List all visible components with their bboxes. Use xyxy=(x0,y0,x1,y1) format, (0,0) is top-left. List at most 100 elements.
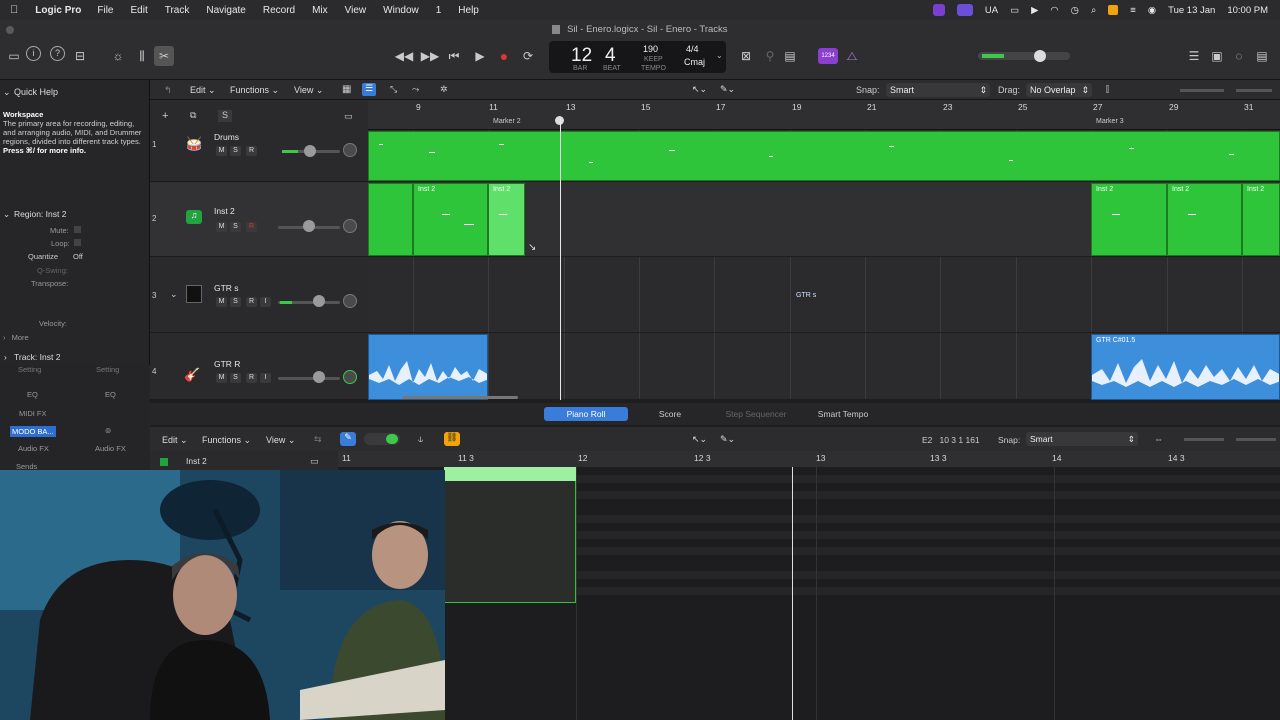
volume-fader[interactable] xyxy=(278,377,340,380)
list-editors-icon[interactable]: ☰ xyxy=(1184,46,1204,66)
instrument-plugin-button[interactable]: MODO BA... xyxy=(10,426,56,437)
track-lane-gtr-s[interactable] xyxy=(368,257,1280,333)
tab-piano-roll[interactable]: Piano Roll xyxy=(544,407,628,421)
metronome-icon[interactable]: ⧍ xyxy=(842,46,862,66)
smart-controls-icon[interactable]: ☼ xyxy=(108,46,128,66)
editor-view-menu[interactable]: View ⌄ xyxy=(266,435,295,446)
tab-step-sequencer[interactable]: Step Sequencer xyxy=(718,407,794,421)
eq-button-2[interactable]: EQ xyxy=(105,390,116,399)
lcd-dropdown-icon[interactable]: ⌄ xyxy=(716,51,723,60)
midi-region[interactable] xyxy=(368,183,413,256)
track-header-gtr-s[interactable]: 3 ⌄ GTR s M S R I xyxy=(150,257,368,333)
count-in-button[interactable]: 1234 xyxy=(818,48,838,64)
go-to-start-button[interactable]: ⏮ xyxy=(444,46,464,66)
pan-knob[interactable] xyxy=(343,370,357,384)
midi-region[interactable]: Inst 2 xyxy=(413,183,488,256)
input-monitor-button[interactable]: I xyxy=(260,373,271,383)
record-enable-button[interactable]: R xyxy=(246,222,257,232)
volume-knob[interactable] xyxy=(1034,50,1046,62)
track-name[interactable]: Drums xyxy=(214,132,239,142)
cycle-button[interactable]: ⟳ xyxy=(518,46,538,66)
editor-zoom-icon[interactable]: ⇔ xyxy=(1154,434,1163,444)
link-editor-icon[interactable]: ⛓ xyxy=(444,432,460,446)
mixer-icon[interactable]: ⫼ xyxy=(132,46,152,66)
solo-button[interactable]: S xyxy=(230,146,241,156)
marker-3[interactable]: Marker 3 xyxy=(1096,118,1124,125)
horizontal-zoom-slider[interactable] xyxy=(1236,89,1272,92)
setting-button-1[interactable]: Setting xyxy=(18,365,41,374)
track-name[interactable]: GTR R xyxy=(214,359,240,369)
setting-button-2[interactable]: Setting xyxy=(96,365,119,374)
editor-functions-menu[interactable]: Functions ⌄ xyxy=(202,435,251,446)
lcd-display[interactable]: 12 4 BAR BEAT 190 KEEP TEMPO 4/4 Cmaj ⌄ xyxy=(549,41,726,73)
app-menu[interactable]: Logic Pro xyxy=(35,5,81,16)
input-monitor-button[interactable]: I xyxy=(260,297,271,307)
chevron-down-icon[interactable]: ⌄ xyxy=(170,289,178,300)
menu-file[interactable]: File xyxy=(97,5,113,16)
catch-icon[interactable]: ⤳ xyxy=(412,84,419,95)
solo-button[interactable]: S xyxy=(230,373,241,383)
pan-knob[interactable] xyxy=(343,294,357,308)
audio-fx-button-1[interactable]: Audio FX xyxy=(18,444,49,453)
duplicate-track-icon[interactable]: ⧉ xyxy=(190,110,196,121)
midi-region-selected[interactable]: Inst 2 xyxy=(488,183,525,256)
control-center-icon[interactable]: ≡ xyxy=(1130,5,1136,16)
loop-browser-icon[interactable]: ◌ xyxy=(1229,46,1249,66)
eq-button-1[interactable]: EQ xyxy=(27,390,38,399)
editor-horizontal-zoom-slider[interactable] xyxy=(1236,438,1276,441)
add-track-button[interactable]: + xyxy=(162,110,168,122)
snap-dropdown[interactable]: Smart ⇕ xyxy=(886,83,990,97)
track-header-inst2[interactable]: 2 ♫ Inst 2 M S R xyxy=(150,182,368,257)
track-name[interactable]: Inst 2 xyxy=(214,206,235,216)
automation-icon[interactable]: ✲ xyxy=(440,84,448,95)
disclosure-icon[interactable]: ⌄ xyxy=(3,206,10,222)
record-enable-button[interactable]: R xyxy=(246,297,257,307)
wifi-icon[interactable]: ◠ xyxy=(1050,5,1058,16)
bar-ruler[interactable]: 9 11 13 15 17 19 21 23 25 27 29 31 Marke… xyxy=(368,100,1280,130)
region-header[interactable] xyxy=(444,467,576,481)
list-view-icon[interactable]: ☰ xyxy=(362,83,376,96)
pan-knob[interactable] xyxy=(343,143,357,157)
toolbar-icon[interactable]: ⊟ xyxy=(70,46,90,66)
collapse-icon[interactable]: ⇆ xyxy=(314,434,322,445)
midi-region[interactable]: Inst 2 xyxy=(1167,183,1242,256)
midi-draw-toggle[interactable] xyxy=(364,433,400,445)
view-menu[interactable]: View ⌄ xyxy=(294,85,323,96)
tab-smart-tempo[interactable]: Smart Tempo xyxy=(810,407,876,421)
menu-edit[interactable]: Edit xyxy=(131,5,148,16)
drummer-region[interactable] xyxy=(368,131,1280,181)
back-icon[interactable]: ↰ xyxy=(164,85,172,96)
editor-edit-menu[interactable]: Edit ⌄ xyxy=(162,435,188,446)
mute-button[interactable]: M xyxy=(216,222,227,232)
pointer-tool-icon[interactable]: ↖⌄ xyxy=(692,84,707,95)
play-icon[interactable]: ▶ xyxy=(1031,5,1038,16)
library-icon[interactable]: ▭ xyxy=(4,46,24,66)
flex-icon[interactable]: ⤡ xyxy=(390,84,397,95)
tab-score[interactable]: Score xyxy=(648,407,692,421)
drag-dropdown[interactable]: No Overlap ⇕ xyxy=(1026,83,1092,97)
play-button[interactable]: ▶ xyxy=(470,46,490,66)
audio-region[interactable]: GTR C#01.5 xyxy=(1091,334,1280,400)
menu-help[interactable]: Help xyxy=(458,5,479,16)
master-volume-slider[interactable] xyxy=(978,50,1070,62)
menu-window[interactable]: Window xyxy=(383,5,419,16)
search-icon[interactable]: ⌕ xyxy=(1091,5,1096,16)
midi-filter-icon[interactable]: ⫝ xyxy=(418,434,423,445)
mute-checkbox[interactable] xyxy=(74,226,81,233)
mute-button[interactable]: M xyxy=(216,146,227,156)
menu-track[interactable]: Track xyxy=(165,5,190,16)
pan-knob[interactable] xyxy=(343,219,357,233)
midi-fx-button[interactable]: MIDI FX xyxy=(19,409,47,418)
quantize-value[interactable]: Off xyxy=(73,252,83,261)
status-app-icon[interactable] xyxy=(932,4,945,16)
input-source[interactable]: UA xyxy=(985,5,998,16)
record-button[interactable]: ● xyxy=(494,46,514,66)
region-area[interactable] xyxy=(444,467,576,603)
rewind-button[interactable]: ◀◀ xyxy=(394,46,414,66)
grid-view-icon[interactable]: ▦ xyxy=(342,84,351,95)
editor-playhead[interactable] xyxy=(792,467,793,720)
disclosure-icon[interactable]: ⌄ xyxy=(3,84,11,100)
screen-share-icon[interactable] xyxy=(956,4,973,16)
editor-pencil-tool-icon[interactable]: ✎⌄ xyxy=(720,434,735,445)
piano-roll-grid[interactable] xyxy=(338,467,1280,720)
